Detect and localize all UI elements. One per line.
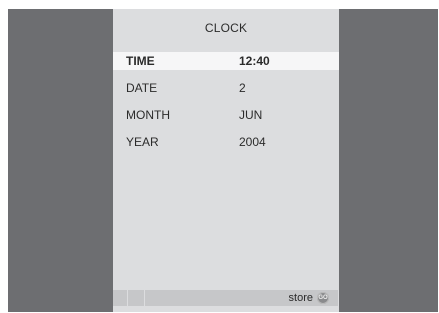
row-value: 2 bbox=[239, 81, 246, 95]
footer-divider bbox=[338, 290, 339, 306]
store-label[interactable]: store bbox=[289, 290, 313, 306]
footer-slot bbox=[113, 290, 128, 306]
row-label: DATE bbox=[126, 81, 158, 95]
row-label: TIME bbox=[126, 54, 155, 68]
row-label: YEAR bbox=[126, 135, 159, 149]
menu-row-month[interactable]: MONTH JUN bbox=[113, 106, 339, 124]
row-value: 12:40 bbox=[239, 54, 270, 68]
row-value: 2004 bbox=[239, 135, 266, 149]
footer-slot bbox=[128, 290, 145, 306]
row-label: MONTH bbox=[126, 108, 170, 122]
menu-row-time[interactable]: TIME 12:40 bbox=[113, 52, 339, 70]
row-value: JUN bbox=[239, 108, 263, 122]
menu-row-date[interactable]: DATE 2 bbox=[113, 79, 339, 97]
menu-row-year[interactable]: YEAR 2004 bbox=[113, 133, 339, 151]
go-button-icon[interactable]: GO bbox=[317, 292, 329, 304]
clock-menu-panel: CLOCK TIME 12:40 DATE 2 MONTH JUN YEAR 2… bbox=[113, 9, 339, 312]
menu-title: CLOCK bbox=[204, 21, 248, 35]
footer-bar: store GO bbox=[113, 290, 339, 306]
